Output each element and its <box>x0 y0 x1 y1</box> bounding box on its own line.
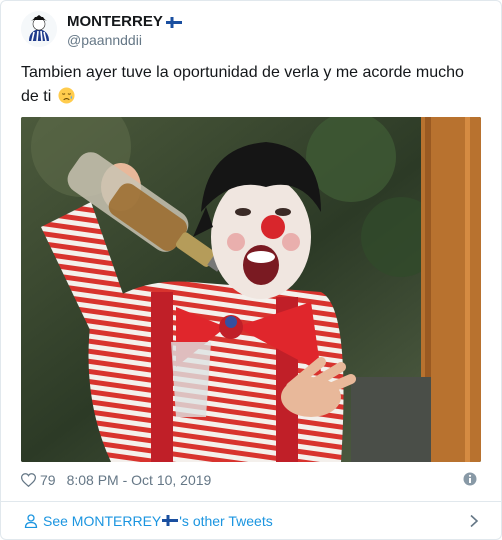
clown-photo-image <box>21 117 481 462</box>
see-other-tweets-link[interactable]: See MONTERREY 's other Tweets <box>1 502 501 539</box>
finland-flag-icon <box>165 16 182 28</box>
like-count: 79 <box>40 472 56 488</box>
tweet-header: MONTERREY @paannddii <box>21 11 481 51</box>
display-name[interactable]: MONTERREY <box>67 13 182 31</box>
tweet-text: Tambien ayer tuve la oportunidad de verl… <box>21 61 481 109</box>
tweet-footer: 79 8:08 PM - Oct 10, 2019 <box>21 469 481 491</box>
tweet-timestamp[interactable]: 8:08 PM - Oct 10, 2019 <box>67 472 212 488</box>
like-button[interactable]: 79 <box>21 472 56 488</box>
avatar[interactable] <box>21 11 57 47</box>
heart-icon <box>21 473 36 487</box>
user-names: MONTERREY @paannddii <box>67 13 182 49</box>
tweet-text-content: Tambien ayer tuve la oportunidad de verl… <box>21 64 464 105</box>
see-other-tweets-prefix: See MONTERREY <box>43 512 162 529</box>
chevron-right-icon <box>470 514 479 528</box>
see-other-tweets-label: See MONTERREY 's other Tweets <box>43 513 273 529</box>
finland-flag-icon <box>162 515 179 526</box>
tweet-card: MONTERREY @paannddii Tambien ayer tuve l… <box>0 0 502 540</box>
person-icon <box>24 513 38 528</box>
sad-relieved-face-icon <box>58 87 75 104</box>
display-name-text: MONTERREY <box>67 13 163 30</box>
user-handle[interactable]: @paannddii <box>67 31 182 49</box>
avatar-image <box>21 11 57 47</box>
tweet-photo[interactable] <box>21 117 481 462</box>
info-icon[interactable] <box>463 472 477 486</box>
see-other-tweets-suffix: 's other Tweets <box>179 512 273 529</box>
